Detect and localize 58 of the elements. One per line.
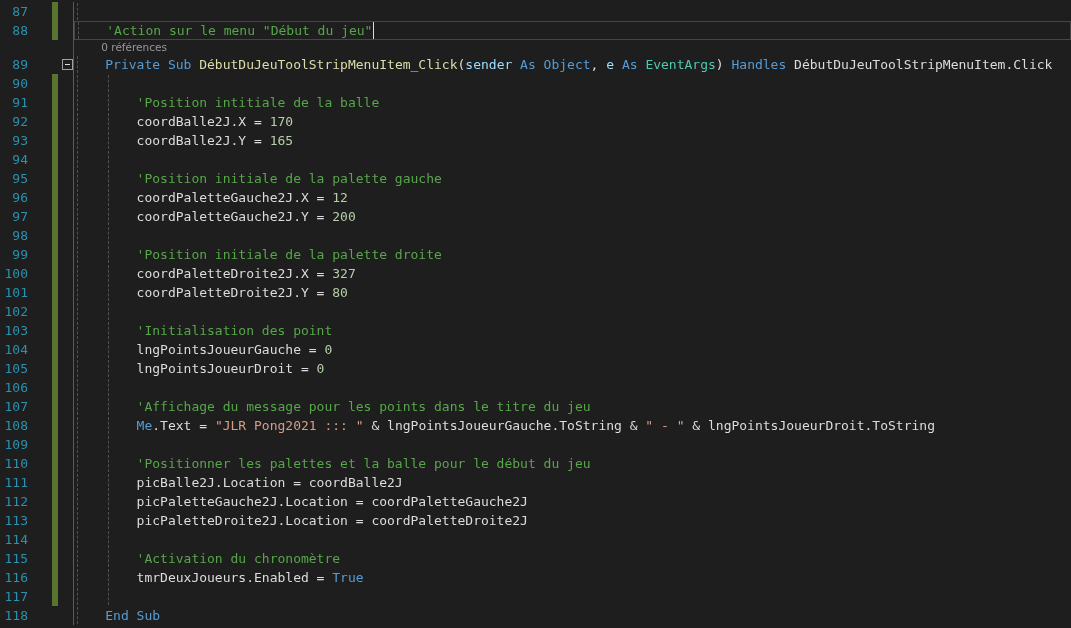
line-number: 102 bbox=[3, 303, 28, 321]
line-number: 96 bbox=[11, 189, 28, 207]
line-number: 117 bbox=[3, 588, 28, 606]
code-line: coordBalle2J.X = 170 bbox=[136, 113, 294, 130]
line-number: 100 bbox=[3, 265, 28, 283]
code-line: coordPaletteDroite2J.Y = 80 bbox=[136, 284, 348, 301]
code-line: picPaletteDroite2J.Location = coordPaletteDroite2J bbox=[136, 512, 528, 529]
code-line: End Sub bbox=[105, 607, 161, 624]
line-number: 92 bbox=[11, 113, 28, 131]
line-number: 88 bbox=[11, 22, 28, 40]
line-number: 93 bbox=[11, 132, 28, 150]
line-number: 103 bbox=[3, 322, 28, 340]
line-number: 115 bbox=[3, 550, 28, 568]
code-line: tmrDeuxJoueurs.Enabled = True bbox=[136, 569, 364, 586]
line-number: 113 bbox=[3, 512, 28, 530]
line-number: 95 bbox=[11, 170, 28, 188]
code-line: coordPaletteGauche2J.Y = 200 bbox=[136, 208, 356, 225]
code-line: picBalle2J.Location = coordBalle2J bbox=[136, 474, 403, 491]
code-line: Private Sub DébutDuJeuToolStripMenuItem_Click(sender As Object, e As EventArgs) Handles DébutDuJeuToolStripMenuItem.Click bbox=[105, 56, 1053, 73]
line-number: 111 bbox=[3, 474, 28, 492]
code-line: 'Initialisation des point bbox=[136, 322, 333, 339]
line-number: 90 bbox=[11, 75, 28, 93]
line-number: 94 bbox=[11, 151, 28, 169]
code-line: 'Action sur le menu "Début du jeu" bbox=[106, 22, 373, 39]
code-line: coordBalle2J.Y = 165 bbox=[136, 132, 294, 149]
code-line: lngPointsJoueurDroit = 0 bbox=[136, 360, 325, 377]
code-line: 'Affichage du message pour les points dans le titre du jeu bbox=[136, 398, 591, 415]
line-number: 105 bbox=[3, 360, 28, 378]
line-number: 107 bbox=[3, 398, 28, 416]
code-line: picPaletteGauche2J.Location = coordPaletteGauche2J bbox=[136, 493, 528, 510]
code-line: 'Positionner les palettes et la balle pour le début du jeu bbox=[136, 455, 591, 472]
code-line: Me.Text = "JLR Pong2021 ::: " & lngPointsJoueurGauche.ToString & " - " & lngPointsJoueurDroit.ToString bbox=[136, 417, 935, 434]
code-line: 'Activation du chronomètre bbox=[136, 550, 341, 567]
line-number: 87 bbox=[11, 3, 28, 21]
fold-toggle[interactable] bbox=[62, 59, 73, 70]
line-number: 118 bbox=[3, 607, 28, 625]
line-number: 114 bbox=[3, 531, 28, 549]
line-number: 98 bbox=[11, 227, 28, 245]
line-number: 101 bbox=[3, 284, 28, 302]
line-number: 109 bbox=[3, 436, 28, 454]
code-line: coordPaletteDroite2J.X = 327 bbox=[136, 265, 356, 282]
code-line: 'Position intitiale de la balle bbox=[136, 94, 380, 111]
line-number: 91 bbox=[11, 94, 28, 112]
references-link[interactable]: 0 références bbox=[101, 40, 167, 55]
code-line: lngPointsJoueurGauche = 0 bbox=[136, 341, 333, 358]
code-line: 'Position initiale de la palette droite bbox=[136, 246, 442, 263]
line-number: 112 bbox=[3, 493, 28, 511]
line-number: 104 bbox=[3, 341, 28, 359]
line-number: 110 bbox=[3, 455, 28, 473]
line-number: 108 bbox=[3, 417, 28, 435]
line-number: 116 bbox=[3, 569, 28, 587]
code-line: coordPaletteGauche2J.X = 12 bbox=[136, 189, 348, 206]
code-line: 'Position initiale de la palette gauche bbox=[136, 170, 442, 187]
line-number: 89 bbox=[11, 56, 28, 74]
text-cursor bbox=[373, 22, 375, 39]
line-number: 106 bbox=[3, 379, 28, 397]
line-number: 97 bbox=[11, 208, 28, 226]
line-number: 99 bbox=[11, 246, 28, 264]
